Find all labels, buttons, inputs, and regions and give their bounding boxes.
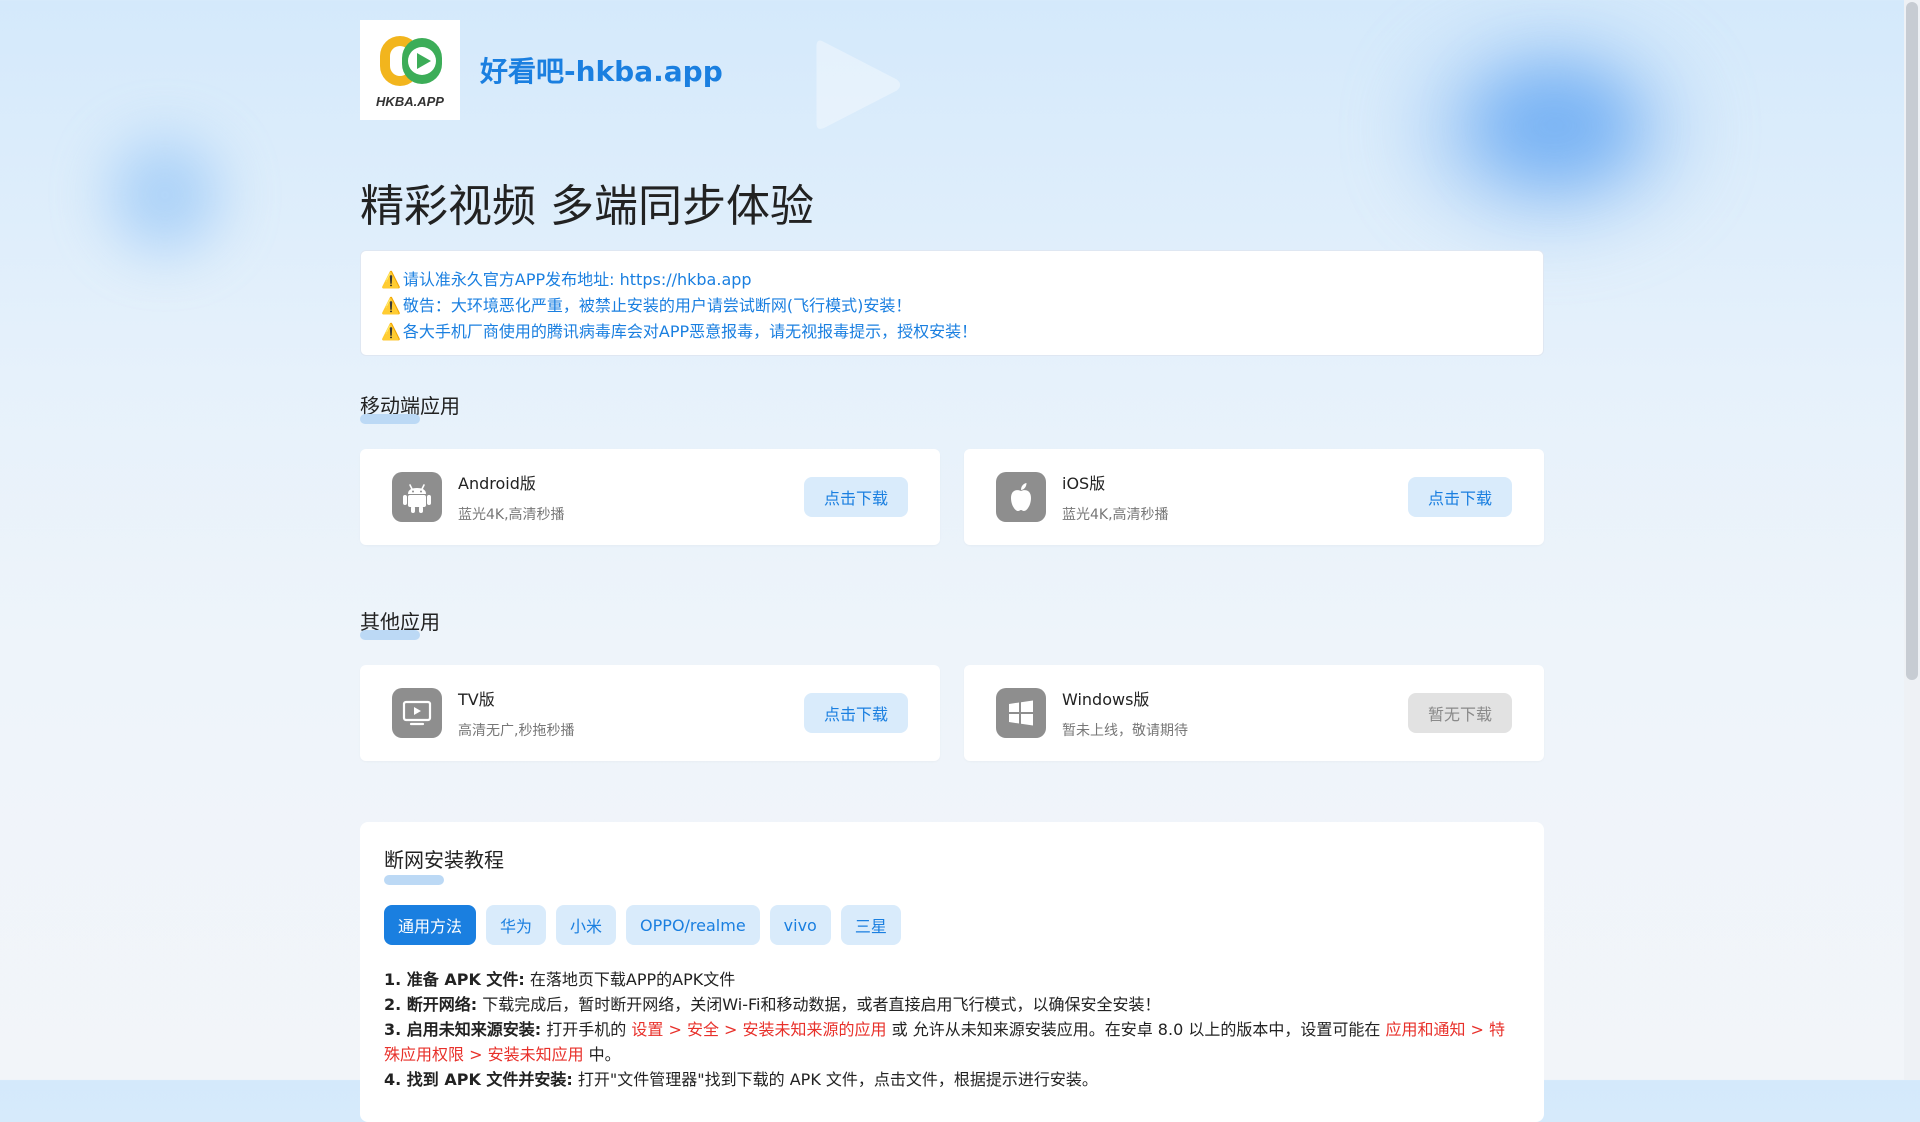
card-text: iOS版 蓝光4K,高清秒播 <box>1062 470 1408 524</box>
card-text: TV版 高清无广,秒拖秒播 <box>458 686 804 740</box>
card-subtitle: 暂未上线，敬请期待 <box>1062 723 1188 739</box>
card-text: Android版 蓝光4K,高清秒播 <box>458 470 804 524</box>
background-blur-left <box>110 140 220 250</box>
notice-line: ⚠️ 各大手机厂商使用的腾讯病毒库会对APP恶意报毒，请无视报毒提示，授权安装！ <box>381 322 978 341</box>
install-tutorial-panel: 断网安装教程 通用方法 华为 小米 OPPO/realme vivo 三星 1.… <box>360 822 1544 1122</box>
card-text: Windows版 暂未上线，敬请期待 <box>1062 686 1408 740</box>
site-title[interactable]: 好看吧-hkba.app <box>480 50 723 90</box>
warning-icon: ⚠️ <box>381 322 401 341</box>
card-subtitle: 蓝光4K,高清秒播 <box>458 507 565 523</box>
notice-line: ⚠️ 请认准永久官方APP发布地址: https://hkba.app <box>381 270 752 289</box>
download-button-ios[interactable]: 点击下载 <box>1408 477 1512 517</box>
tab-general[interactable]: 通用方法 <box>384 905 477 945</box>
logo-mark-icon <box>380 35 442 86</box>
tab-oppo-realme[interactable]: OPPO/realme <box>626 905 760 945</box>
site-header: HKBA.APP 好看吧-hkba.app <box>360 20 1544 120</box>
card-title: TV版 <box>458 690 495 709</box>
section-underline <box>384 875 444 885</box>
card-title: iOS版 <box>1062 474 1106 493</box>
notice-line: ⚠️ 敬告：大环境恶化严重，被禁止安装的用户请尝试断网(飞行模式)安装！ <box>381 296 912 315</box>
download-button-tv[interactable]: 点击下载 <box>804 693 908 733</box>
section-underline <box>360 630 420 640</box>
card-subtitle: 蓝光4K,高清秒播 <box>1062 507 1169 523</box>
windows-icon <box>996 688 1046 738</box>
tutorial-title: 断网安装教程 <box>384 848 504 872</box>
tab-vivo[interactable]: vivo <box>769 905 831 945</box>
app-card-android: Android版 蓝光4K,高清秒播 点击下载 <box>360 449 940 545</box>
tab-huawei[interactable]: 华为 <box>486 905 547 945</box>
card-title: Android版 <box>458 474 536 493</box>
app-card-tv: TV版 高清无广,秒拖秒播 点击下载 <box>360 665 940 761</box>
step-2: 2. 断开网络: 下载完成后，暂时断开网络，关闭Wi-Fi和移动数据，或者直接启… <box>384 995 1161 1014</box>
step-1: 1. 准备 APK 文件: 在落地页下载APP的APK文件 <box>384 970 736 989</box>
other-cards: TV版 高清无广,秒拖秒播 点击下载 Windows版 暂未上线，敬请期待 暂无… <box>360 665 1544 761</box>
tutorial-tabs: 通用方法 华为 小米 OPPO/realme vivo 三星 <box>384 905 1520 945</box>
page-scrollbar[interactable] <box>1904 0 1920 1080</box>
card-subtitle: 高清无广,秒拖秒播 <box>458 723 575 739</box>
notice-box: ⚠️ 请认准永久官方APP发布地址: https://hkba.app ⚠️ 敬告：… <box>360 250 1544 356</box>
app-card-ios: iOS版 蓝光4K,高清秒播 点击下载 <box>964 449 1544 545</box>
logo-text: HKBA.APP <box>376 93 444 109</box>
scrollbar-thumb[interactable] <box>1906 2 1918 680</box>
step-3: 3. 启用未知来源安装: 打开手机的 设置 > 安全 > 安装未知来源的应用 或… <box>384 1020 1506 1064</box>
site-logo[interactable]: HKBA.APP <box>360 20 460 120</box>
tab-samsung[interactable]: 三星 <box>840 905 901 945</box>
tutorial-steps: 1. 准备 APK 文件: 在落地页下载APP的APK文件 2. 断开网络: 下… <box>384 967 1520 1092</box>
card-title: Windows版 <box>1062 690 1150 709</box>
apple-icon <box>996 472 1046 522</box>
section-underline <box>360 414 420 424</box>
tab-xiaomi[interactable]: 小米 <box>556 905 617 945</box>
download-button-windows-disabled[interactable]: 暂无下载 <box>1408 693 1512 733</box>
download-button-android[interactable]: 点击下载 <box>804 477 908 517</box>
app-card-windows: Windows版 暂未上线，敬请期待 暂无下载 <box>964 665 1544 761</box>
mobile-cards: Android版 蓝光4K,高清秒播 点击下载 iOS版 蓝光4K,高清秒播 点… <box>360 449 1544 545</box>
page-headline: 精彩视频 多端同步体验 <box>360 181 814 232</box>
tv-icon <box>392 688 442 738</box>
warning-icon: ⚠️ <box>381 270 401 289</box>
warning-icon: ⚠️ <box>381 296 401 315</box>
android-icon <box>392 472 442 522</box>
